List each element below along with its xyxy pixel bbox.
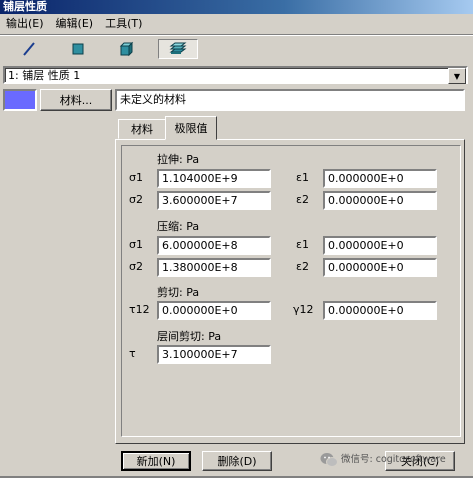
tension-sigma1-field[interactable]: 1.104000E+9 [157, 169, 271, 188]
tension-sigma1-label: σ1 [129, 171, 143, 184]
chevron-down-icon[interactable]: ▼ [448, 68, 466, 84]
shear-tau12-field[interactable]: 0.000000E+0 [157, 301, 271, 320]
layered-element-icon [169, 42, 187, 54]
line-element-icon [23, 42, 35, 56]
compression-sigma2-field[interactable]: 1.380000E+8 [157, 258, 271, 277]
solid-element-icon [119, 41, 134, 57]
wechat-icon [320, 453, 338, 467]
tab-material[interactable]: 材料 [118, 119, 166, 139]
layer-dropdown-value: 1: 铺层 性质 1 [8, 69, 81, 82]
interlaminar-tau-label: τ [129, 347, 136, 360]
line-element-button[interactable] [9, 39, 49, 59]
tension-heading: 拉伸: Pa [157, 153, 200, 166]
material-button[interactable]: 材料... [40, 89, 112, 111]
shear-heading: 剪切: Pa [157, 286, 200, 299]
delete-button[interactable]: 删除(D) [202, 451, 272, 471]
window-title: 铺层性质 [0, 0, 473, 14]
tension-sigma2-field[interactable]: 3.600000E+7 [157, 191, 271, 210]
compression-eps2-field[interactable]: 0.000000E+0 [323, 258, 437, 277]
compression-eps2-label: ε2 [296, 260, 309, 273]
menu-tools[interactable]: 工具(T) [99, 14, 148, 34]
compression-sigma1-field[interactable]: 6.000000E+8 [157, 236, 271, 255]
layered-element-button[interactable] [158, 39, 198, 59]
tab-limits[interactable]: 极限值 [165, 116, 217, 140]
menu-edit[interactable]: 编辑(E) [50, 14, 100, 34]
menu-output[interactable]: 输出(E) [0, 14, 50, 34]
layer-dropdown[interactable]: 1: 铺层 性质 1 ▼ [3, 66, 468, 84]
shear-gamma12-label: γ12 [293, 303, 314, 316]
watermark-text: 微信号: cogitosoftware [341, 454, 446, 465]
compression-eps1-label: ε1 [296, 238, 309, 251]
shell-element-button[interactable] [58, 39, 98, 59]
menu-bar: 输出(E) 编辑(E) 工具(T) [0, 14, 473, 34]
shear-tau12-label: τ12 [129, 303, 150, 316]
compression-heading: 压缩: Pa [157, 220, 200, 233]
tension-eps2-label: ε2 [296, 193, 309, 206]
toolbar-separator [0, 34, 473, 36]
compression-sigma1-label: σ1 [129, 238, 143, 251]
tension-sigma2-label: σ2 [129, 193, 143, 206]
tension-eps1-field[interactable]: 0.000000E+0 [323, 169, 437, 188]
compression-eps1-field[interactable]: 0.000000E+0 [323, 236, 437, 255]
compression-sigma2-label: σ2 [129, 260, 143, 273]
shear-gamma12-field[interactable]: 0.000000E+0 [323, 301, 437, 320]
interlaminar-heading: 层间剪切: Pa [157, 330, 222, 343]
shell-element-icon [72, 43, 84, 55]
material-color-swatch[interactable] [3, 89, 37, 111]
solid-element-button[interactable] [106, 39, 146, 59]
material-name-field[interactable]: 未定义的材料 [115, 89, 465, 111]
new-button[interactable]: 新加(N) [121, 451, 191, 471]
tension-eps2-field[interactable]: 0.000000E+0 [323, 191, 437, 210]
tension-eps1-label: ε1 [296, 171, 309, 184]
interlaminar-tau-field[interactable]: 3.100000E+7 [157, 345, 271, 364]
